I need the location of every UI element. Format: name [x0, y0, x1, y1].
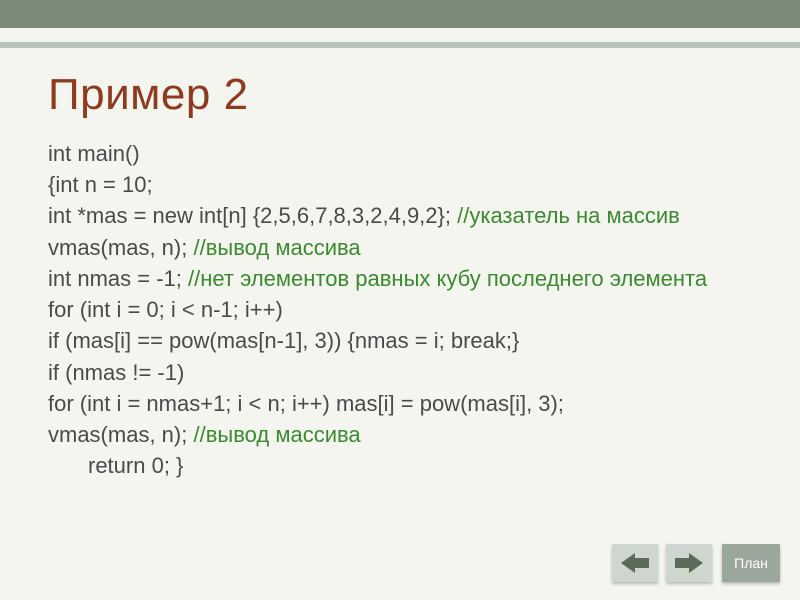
header-bar-dark [0, 0, 800, 28]
code-line-5: int nmas = -1; //нет элементов равных ку… [48, 263, 752, 294]
prev-button[interactable] [612, 544, 658, 582]
code-comment: //указатель на массив [457, 203, 680, 228]
code-text: return 0; } [88, 453, 183, 478]
code-text: int *mas = new int[n] {2,5,6,7,8,3,2,4,9… [48, 203, 457, 228]
code-text: vmas(mas, n); [48, 422, 193, 447]
code-comment: //вывод массива [193, 422, 360, 447]
slide-content: Пример 2 int main() {int n = 10; int *ma… [0, 48, 800, 482]
code-text: vmas(mas, n); [48, 235, 193, 260]
arrow-left-icon [621, 553, 649, 573]
code-line-4: vmas(mas, n); //вывод массива [48, 232, 752, 263]
code-line-6: for (int i = 0; i < n-1; i++) [48, 294, 752, 325]
code-line-8: if (nmas != -1) [48, 357, 752, 388]
code-line-9: for (int i = nmas+1; i < n; i++) mas[i] … [48, 388, 752, 419]
code-text: int nmas = -1; [48, 266, 188, 291]
code-line-2: {int n = 10; [48, 169, 752, 200]
code-line-10: vmas(mas, n); //вывод массива [48, 419, 752, 450]
next-button[interactable] [666, 544, 712, 582]
header-gap [0, 28, 800, 42]
code-line-1: int main() [48, 138, 752, 169]
plan-button-label: План [734, 555, 768, 571]
code-line-7: if (mas[i] == pow(mas[n-1], 3)) {nmas = … [48, 325, 752, 356]
plan-button[interactable]: План [722, 544, 780, 582]
code-comment: //вывод массива [193, 235, 360, 260]
code-line-3: int *mas = new int[n] {2,5,6,7,8,3,2,4,9… [48, 200, 752, 231]
slide-title: Пример 2 [48, 70, 752, 120]
arrow-right-icon [675, 553, 703, 573]
code-line-11: return 0; } [48, 450, 752, 481]
code-comment: //нет элементов равных кубу последнего э… [188, 266, 707, 291]
